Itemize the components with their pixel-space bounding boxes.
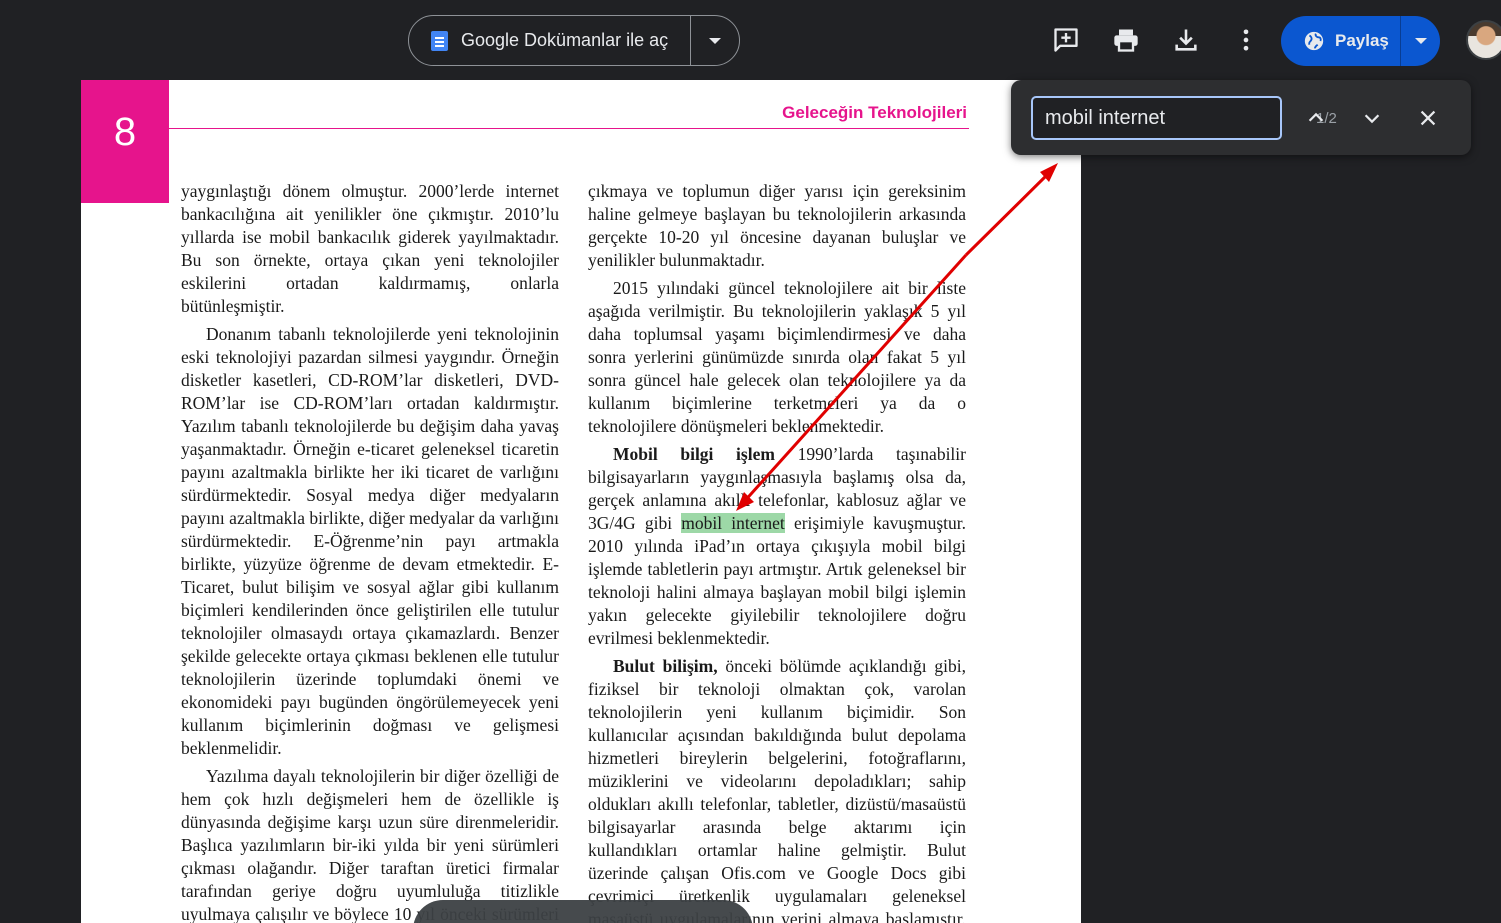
more-vert-icon [1243, 29, 1249, 51]
page-header-title: Geleceğin Teknolojileri [782, 103, 967, 122]
print-icon [1114, 29, 1138, 52]
chapter-number: 8 [113, 110, 137, 154]
find-input[interactable] [1045, 106, 1310, 130]
find-bar: 1/2 [1011, 80, 1471, 155]
paragraph: 2015 yılındaki güncel teknolojilere ait … [588, 278, 966, 436]
paragraph: yaygınlaştığı dönem olmuştur. 2000’lerde… [181, 181, 559, 316]
share-button[interactable]: Paylaş [1281, 16, 1401, 66]
search-match-highlight: mobil internet [681, 513, 785, 533]
print-button[interactable] [1108, 22, 1144, 58]
paragraph-text: önceki bölümde açıklandığı gibi, fizikse… [588, 656, 966, 923]
share-split-button: Paylaş [1281, 16, 1440, 66]
paragraph-text: erişimiyle kavuşmuştur. 2010 yılında iPa… [588, 513, 966, 648]
download-button[interactable] [1168, 22, 1204, 58]
open-with-docs-split-button: Google Dokümanlar ile aç [408, 15, 740, 66]
share-dropdown-button[interactable] [1401, 16, 1440, 66]
header-divider [169, 128, 969, 129]
right-text-column: çıkmaya ve toplumun diğer yarısı için ge… [588, 180, 966, 923]
chevron-up-icon [1308, 112, 1324, 122]
pdf-page: 8 Geleceğin Teknolojileri yaygınlaştığı … [81, 80, 1081, 923]
close-icon [1420, 110, 1436, 126]
more-options-button[interactable] [1228, 22, 1264, 58]
google-docs-icon [431, 30, 448, 51]
paragraph: Donanım tabanlı teknolojilerde yeni tekn… [181, 324, 559, 758]
add-comment-button[interactable] [1048, 22, 1084, 58]
toolbar: Google Dokümanlar ile aç Paylaş [0, 0, 1501, 80]
chevron-down-icon [1364, 114, 1380, 124]
find-next-button[interactable] [1354, 100, 1390, 136]
open-with-dropdown-button[interactable] [691, 16, 739, 65]
chevron-down-icon [1414, 38, 1427, 44]
add-comment-icon [1054, 28, 1078, 52]
open-with-docs-label: Google Dokümanlar ile aç [461, 30, 669, 50]
paragraph-cloud-computing: Bulut bilişim, önceki bölümde açıklandığ… [588, 655, 966, 923]
share-label: Paylaş [1335, 31, 1389, 50]
account-avatar[interactable] [1466, 20, 1501, 60]
paragraph-heading: Bulut bilişim, [613, 656, 718, 676]
chapter-number-box: 8 [81, 80, 169, 203]
find-input-wrapper: 1/2 [1031, 96, 1337, 140]
paragraph-heading: Mobil bilgi işlem [613, 444, 775, 464]
find-close-button[interactable] [1410, 100, 1446, 136]
left-text-column: yaygınlaştığı dönem olmuştur. 2000’lerde… [181, 180, 559, 923]
globe-icon [1304, 31, 1324, 51]
chevron-down-icon [709, 37, 721, 44]
open-with-docs-button[interactable]: Google Dokümanlar ile aç [409, 16, 691, 65]
find-previous-button[interactable] [1298, 100, 1334, 136]
paragraph-mobile-computing: Mobil bilgi işlem 1990’larda taşınabilir… [588, 443, 966, 650]
page-zoom-controls[interactable] [413, 900, 753, 923]
download-icon [1175, 29, 1197, 51]
paragraph: çıkmaya ve toplumun diğer yarısı için ge… [588, 181, 966, 270]
